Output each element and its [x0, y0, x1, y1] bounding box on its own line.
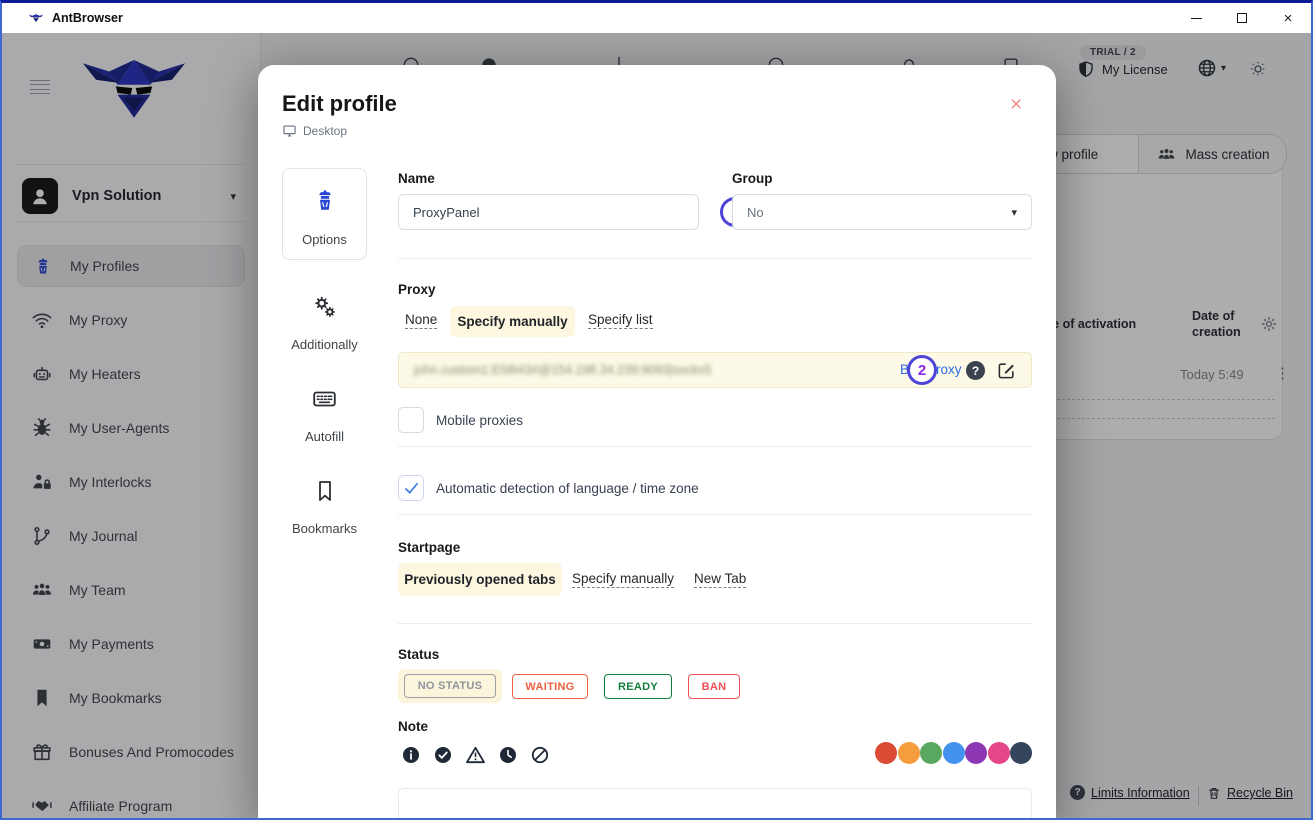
group-select[interactable]: No ▾ [732, 194, 1032, 230]
minimize-button[interactable] [1173, 3, 1219, 33]
tab-label: Autofill [282, 429, 367, 444]
note-textarea[interactable] [398, 788, 1032, 820]
profile-type-label: Desktop [303, 124, 347, 138]
note-label: Note [398, 719, 428, 734]
note-clock-icon[interactable] [499, 746, 517, 769]
note-color-dot[interactable] [1010, 742, 1032, 764]
edit-profile-form: Name 1 Group No ▾ Proxy None Specify man… [398, 65, 1032, 820]
status-ready-button[interactable]: READY [604, 674, 672, 699]
title-bar: AntBrowser × [2, 3, 1311, 33]
modal-tab-rail: Options Additionally Autofill [282, 168, 367, 536]
startpage-label: Startpage [398, 540, 460, 555]
note-color-dot[interactable] [965, 742, 987, 764]
tab-autofill[interactable]: Autofill [282, 386, 367, 444]
mobile-proxies-label: Mobile proxies [436, 413, 523, 428]
auto-detect-checkbox[interactable] [398, 475, 424, 501]
note-color-dot[interactable] [875, 742, 897, 764]
status-ban-button[interactable]: BAN [688, 674, 740, 699]
status-no-status-button[interactable]: NO STATUS [404, 674, 496, 698]
maximize-button[interactable] [1219, 3, 1265, 33]
proxy-tab-specify-manually[interactable]: Specify manually [450, 306, 575, 337]
keyboard-icon [311, 386, 338, 412]
name-label: Name [398, 171, 435, 186]
annotation-2: 2 [907, 355, 937, 385]
check-icon [404, 482, 419, 495]
note-color-dots [875, 742, 1033, 764]
gears-icon [312, 294, 338, 320]
app-window: AntBrowser × Vpn Solution [0, 0, 1313, 820]
status-waiting-button[interactable]: WAITING [512, 674, 588, 699]
note-info-icon[interactable] [402, 746, 420, 769]
group-value: No [747, 205, 764, 220]
mobile-proxies-checkbox[interactable] [398, 407, 424, 433]
note-color-dot[interactable] [920, 742, 942, 764]
window-title: AntBrowser [52, 11, 123, 25]
tab-options[interactable]: Options [282, 168, 367, 260]
note-ban-icon[interactable] [531, 746, 549, 769]
proxy-tab-specify-list[interactable]: Specify list [588, 312, 653, 329]
note-color-dot[interactable] [988, 742, 1010, 764]
proxy-label: Proxy [398, 282, 436, 297]
note-check-icon[interactable] [434, 746, 452, 769]
divider [398, 623, 1032, 624]
tab-bookmarks[interactable]: Bookmarks [282, 478, 367, 536]
status-label: Status [398, 647, 439, 662]
chevron-down-icon: ▾ [1011, 206, 1017, 219]
edit-profile-modal: Edit profile Desktop × Options [258, 65, 1056, 820]
antbrowser-logo-icon [28, 11, 44, 25]
ant-options-icon [312, 187, 338, 213]
note-color-dot[interactable] [898, 742, 920, 764]
name-input[interactable] [398, 194, 699, 230]
modal-title: Edit profile [282, 91, 397, 117]
auto-detect-label: Automatic detection of language / time z… [436, 481, 699, 496]
bookmark-outline-icon [313, 478, 337, 504]
group-label: Group [732, 171, 773, 186]
divider [398, 258, 1032, 259]
close-window-button[interactable]: × [1265, 3, 1311, 33]
tab-label: Bookmarks [282, 521, 367, 536]
tab-additionally[interactable]: Additionally [282, 294, 367, 352]
note-color-dot[interactable] [943, 742, 965, 764]
monitor-icon [282, 124, 297, 138]
window-controls: × [1173, 3, 1311, 33]
proxy-tab-none[interactable]: None [405, 312, 437, 329]
proxy-help-icon[interactable]: ? [966, 361, 985, 380]
proxy-value-text: john.custom1:E58I43#@154.198.34.239:9093… [414, 363, 711, 377]
status-active-highlight: NO STATUS [398, 669, 502, 703]
note-warning-icon[interactable] [466, 746, 485, 769]
startpage-tab-new-tab[interactable]: New Tab [694, 571, 746, 588]
profile-type: Desktop [282, 124, 347, 138]
tab-label: Options [283, 232, 366, 247]
startpage-tab-specify-manually[interactable]: Specify manually [572, 571, 674, 588]
tab-label: Additionally [282, 337, 367, 352]
startpage-tab-previous[interactable]: Previously opened tabs [398, 563, 562, 596]
proxy-edit-icon[interactable] [997, 361, 1016, 385]
note-icon-row [402, 746, 549, 769]
divider [398, 514, 1032, 515]
divider [398, 446, 1032, 447]
